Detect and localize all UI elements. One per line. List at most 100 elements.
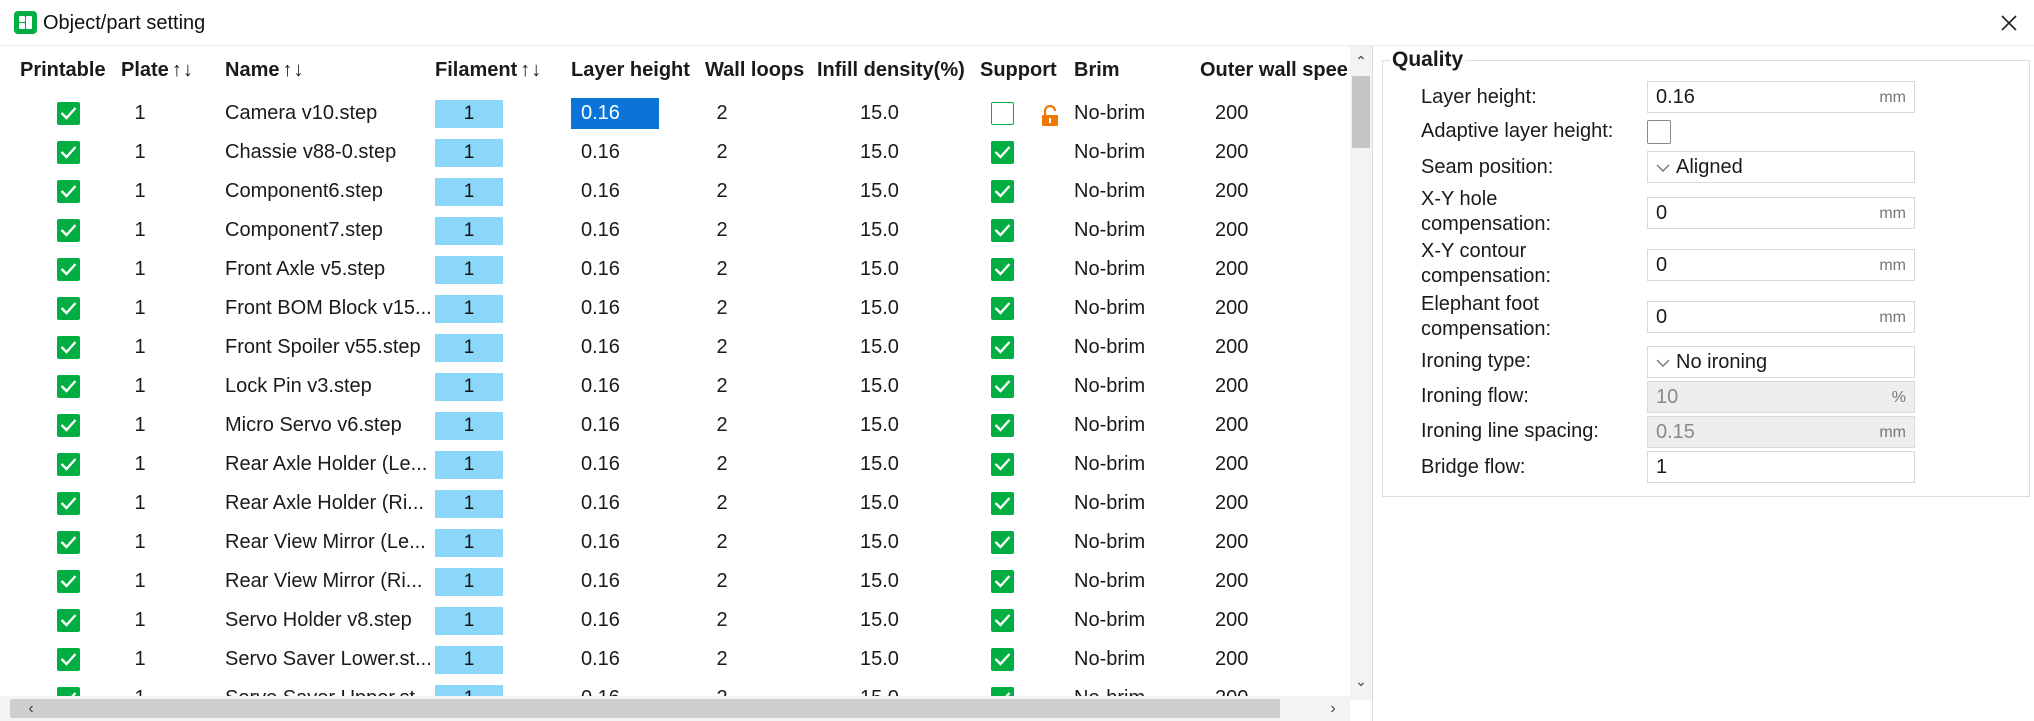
infill-cell[interactable]: 15.0	[860, 367, 910, 406]
layer-height-cell[interactable]: 0.16	[571, 445, 659, 484]
sort-arrows-icon[interactable]: ↑↓	[172, 59, 194, 81]
adaptive-layer-height-checkbox[interactable]	[1647, 120, 1671, 144]
support-checkbox[interactable]	[991, 141, 1014, 164]
outer-wall-speed-cell[interactable]: 200	[1215, 367, 1255, 406]
infill-cell[interactable]: 15.0	[860, 640, 910, 679]
printable-checkbox[interactable]	[57, 570, 80, 593]
name-cell[interactable]: Camera v10.step	[225, 94, 435, 133]
support-checkbox[interactable]	[991, 414, 1014, 437]
col-header-wall-loops[interactable]: Wall loops	[705, 56, 804, 84]
brim-cell[interactable]: No-brim	[1074, 640, 1164, 679]
infill-cell[interactable]: 15.0	[860, 406, 910, 445]
wall-loops-cell[interactable]: 2	[707, 523, 737, 562]
scroll-right-icon[interactable]: ›	[1322, 696, 1344, 721]
name-cell[interactable]: Rear Axle Holder (Le...	[225, 445, 435, 484]
printable-checkbox[interactable]	[57, 648, 80, 671]
name-cell[interactable]: Micro Servo v6.step	[225, 406, 435, 445]
wall-loops-cell[interactable]: 2	[707, 484, 737, 523]
wall-loops-cell[interactable]: 2	[707, 367, 737, 406]
col-header-printable[interactable]: Printable	[20, 56, 106, 84]
outer-wall-speed-cell[interactable]: 200	[1215, 484, 1255, 523]
wall-loops-cell[interactable]: 2	[707, 601, 737, 640]
brim-cell[interactable]: No-brim	[1074, 562, 1164, 601]
outer-wall-speed-cell[interactable]: 200	[1215, 328, 1255, 367]
printable-checkbox[interactable]	[57, 609, 80, 632]
ironing-line-spacing-input[interactable]: 0.15 mm	[1647, 416, 1915, 448]
wall-loops-cell[interactable]: 2	[707, 328, 737, 367]
brim-cell[interactable]: No-brim	[1074, 94, 1164, 133]
brim-cell[interactable]: No-brim	[1074, 523, 1164, 562]
printable-checkbox[interactable]	[57, 453, 80, 476]
infill-cell[interactable]: 15.0	[860, 250, 910, 289]
support-checkbox[interactable]	[991, 375, 1014, 398]
infill-cell[interactable]: 15.0	[860, 523, 910, 562]
support-checkbox[interactable]	[991, 219, 1014, 242]
scroll-down-icon[interactable]: ⌄	[1350, 670, 1372, 692]
infill-cell[interactable]: 15.0	[860, 289, 910, 328]
support-checkbox[interactable]	[991, 531, 1014, 554]
outer-wall-speed-cell[interactable]: 200	[1215, 523, 1255, 562]
table-row[interactable]: 1 Lock Pin v3.step 1 0.16 2 15.0 No-brim 200	[0, 367, 1350, 406]
brim-cell[interactable]: No-brim	[1074, 406, 1164, 445]
infill-cell[interactable]: 15.0	[860, 328, 910, 367]
filament-selector[interactable]: 1	[435, 139, 503, 167]
brim-cell[interactable]: No-brim	[1074, 172, 1164, 211]
filament-selector[interactable]: 1	[435, 178, 503, 206]
col-header-plate[interactable]: Plate ↑↓	[121, 56, 194, 84]
brim-cell[interactable]: No-brim	[1074, 445, 1164, 484]
brim-cell[interactable]: No-brim	[1074, 211, 1164, 250]
printable-checkbox[interactable]	[57, 375, 80, 398]
col-header-layer-height[interactable]: Layer height	[571, 56, 690, 84]
wall-loops-cell[interactable]: 2	[707, 406, 737, 445]
infill-cell[interactable]: 15.0	[860, 445, 910, 484]
brim-cell[interactable]: No-brim	[1074, 133, 1164, 172]
layer-height-cell[interactable]: 0.16	[571, 172, 659, 211]
brim-cell[interactable]: No-brim	[1074, 484, 1164, 523]
table-row[interactable]: 1 Rear View Mirror (Ri... 1 0.16 2 15.0 No-bri…	[0, 562, 1350, 601]
name-cell[interactable]: Chassie v88-0.step	[225, 133, 435, 172]
printable-checkbox[interactable]	[57, 102, 80, 125]
filament-selector[interactable]: 1	[435, 334, 503, 362]
vertical-scrollbar[interactable]: ⌃ ⌄	[1350, 46, 1372, 700]
horizontal-scrollbar[interactable]: ‹ ›	[0, 696, 1350, 721]
xy-contour-compensation-input[interactable]: 0 mm	[1647, 249, 1915, 281]
table-row[interactable]: 1 Front Spoiler v55.step 1 0.16 2 15.0 No-brim…	[0, 328, 1350, 367]
sort-arrows-icon[interactable]: ↑↓	[282, 59, 304, 81]
filament-selector[interactable]: 1	[435, 646, 503, 674]
name-cell[interactable]: Servo Saver Lower.st...	[225, 640, 435, 679]
support-checkbox[interactable]	[991, 648, 1014, 671]
layer-height-cell[interactable]: 0.16	[571, 484, 659, 523]
layer-height-cell[interactable]: 0.16	[571, 367, 659, 406]
outer-wall-speed-cell[interactable]: 200	[1215, 406, 1255, 445]
layer-height-cell[interactable]: 0.16	[571, 133, 659, 172]
printable-checkbox[interactable]	[57, 492, 80, 515]
infill-cell[interactable]: 15.0	[860, 601, 910, 640]
col-header-support[interactable]: Support	[980, 56, 1057, 84]
printable-checkbox[interactable]	[57, 531, 80, 554]
filament-selector[interactable]: 1	[435, 607, 503, 635]
layer-height-input[interactable]: 0.16 mm	[1647, 81, 1915, 113]
brim-cell[interactable]: No-brim	[1074, 289, 1164, 328]
outer-wall-speed-cell[interactable]: 200	[1215, 601, 1255, 640]
printable-checkbox[interactable]	[57, 297, 80, 320]
brim-cell[interactable]: No-brim	[1074, 328, 1164, 367]
infill-cell[interactable]: 15.0	[860, 172, 910, 211]
filament-selector[interactable]: 1	[435, 373, 503, 401]
name-cell[interactable]: Front BOM Block v15...	[225, 289, 435, 328]
outer-wall-speed-cell[interactable]: 200	[1215, 640, 1255, 679]
vertical-scroll-thumb[interactable]	[1352, 76, 1370, 148]
ironing-type-dropdown[interactable]: No ironing	[1647, 346, 1915, 378]
outer-wall-speed-cell[interactable]: 200	[1215, 289, 1255, 328]
table-row[interactable]: 1 Rear View Mirror (Le... 1 0.16 2 15.0 No-bri…	[0, 523, 1350, 562]
elephant-foot-compensation-input[interactable]: 0 mm	[1647, 301, 1915, 333]
col-header-brim[interactable]: Brim	[1074, 56, 1120, 84]
sort-arrows-icon[interactable]: ↑↓	[520, 59, 542, 81]
wall-loops-cell[interactable]: 2	[707, 211, 737, 250]
name-cell[interactable]: Lock Pin v3.step	[225, 367, 435, 406]
table-row[interactable]: 1 Servo Holder v8.step 1 0.16 2 15.0 No-brim 20…	[0, 601, 1350, 640]
wall-loops-cell[interactable]: 2	[707, 94, 737, 133]
outer-wall-speed-cell[interactable]: 200	[1215, 250, 1255, 289]
infill-cell[interactable]: 15.0	[860, 133, 910, 172]
table-row[interactable]: 1 Chassie v88-0.step 1 0.16 2 15.0 No-brim 200	[0, 133, 1350, 172]
col-header-filament[interactable]: Filament ↑↓	[435, 56, 542, 84]
